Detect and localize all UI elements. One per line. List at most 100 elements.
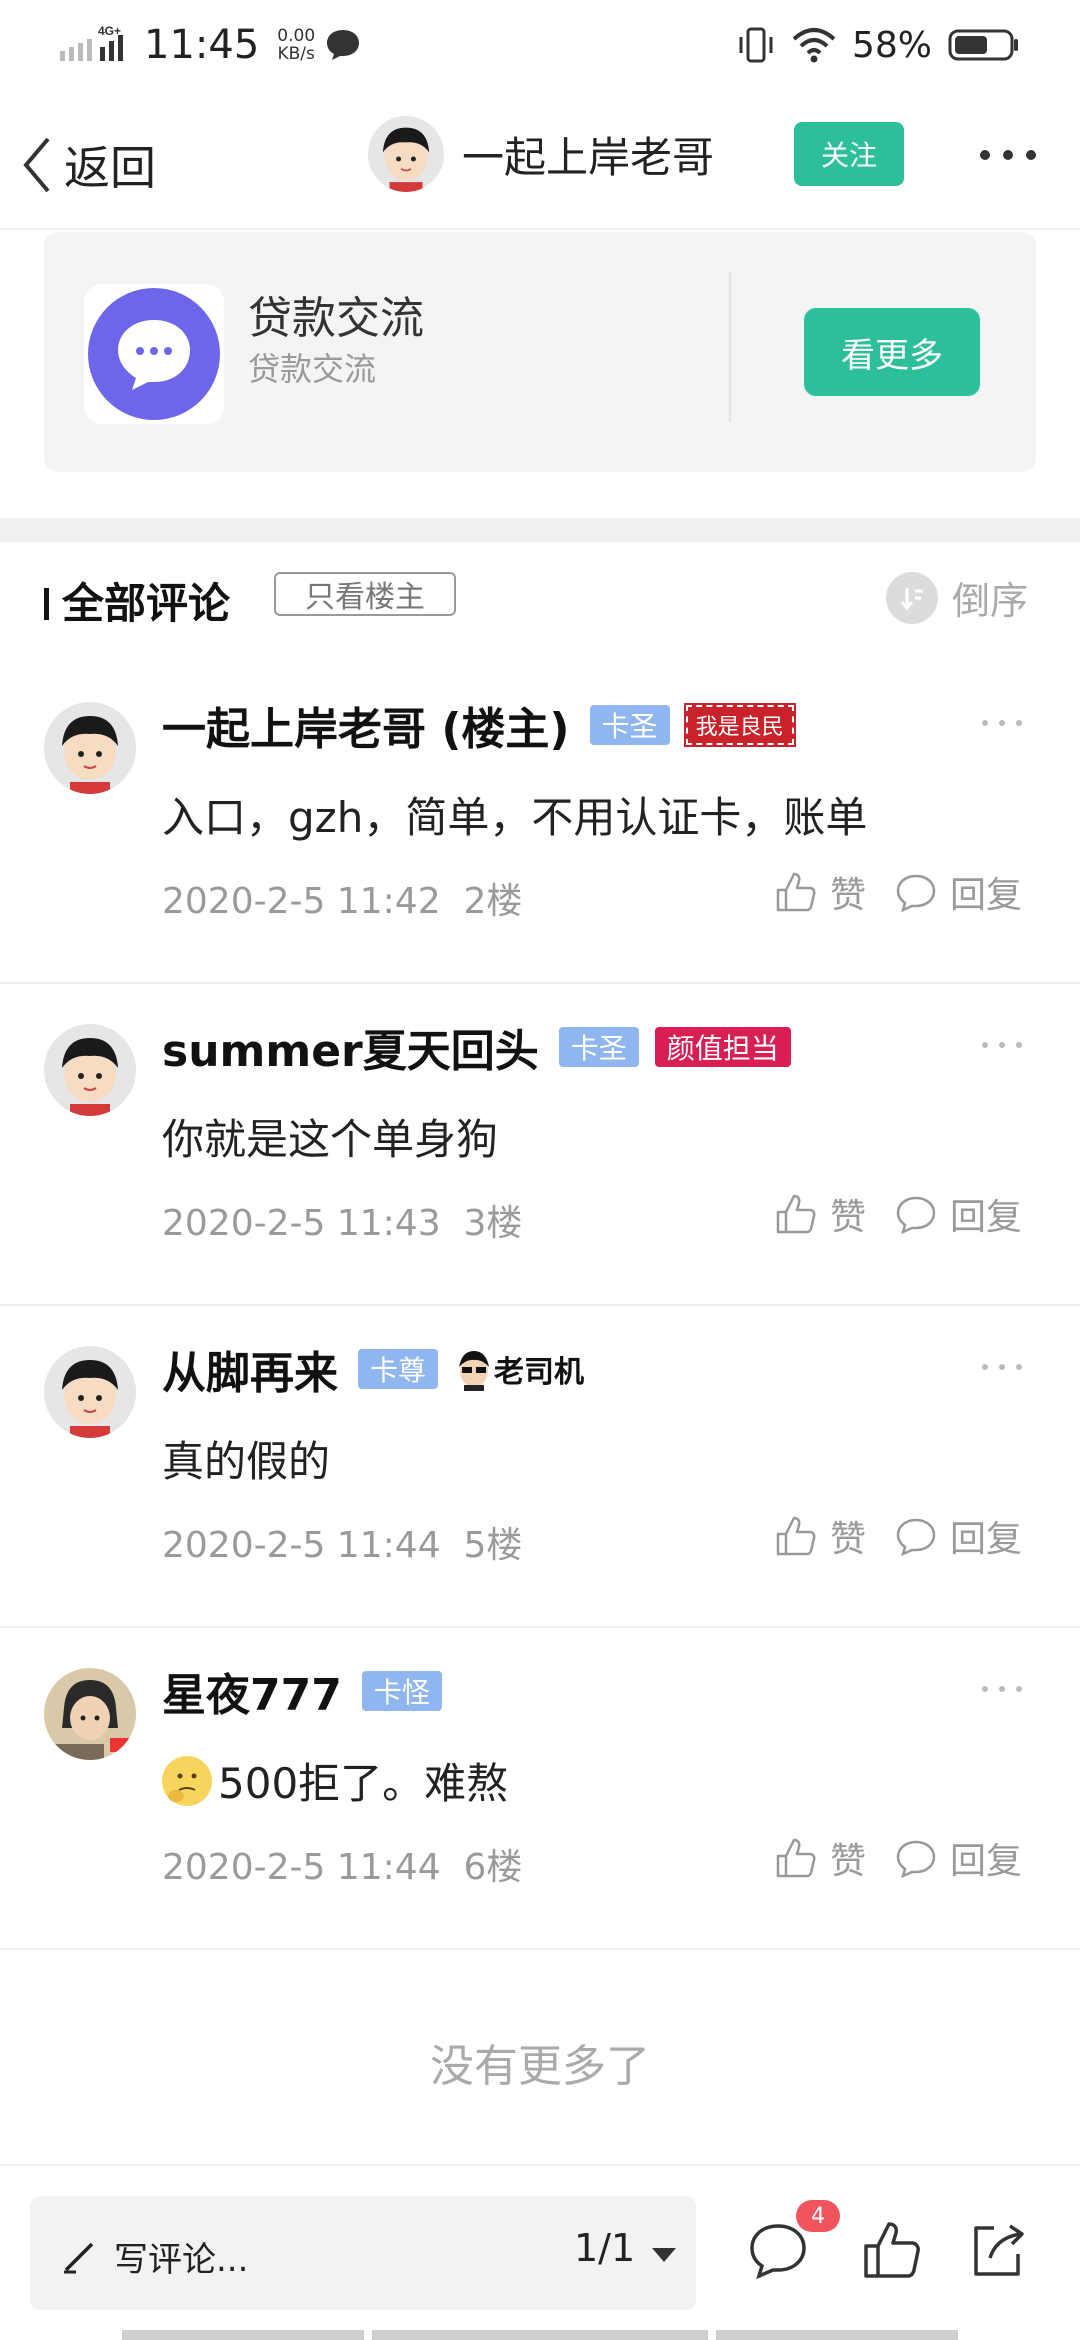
sort-label: 倒序 — [952, 579, 1029, 623]
avatar[interactable] — [44, 702, 136, 794]
reply-label: 回复 — [950, 1197, 1023, 1238]
comment-count-badge: 4 — [796, 2200, 840, 2232]
no-more-text: 没有更多了 — [430, 2041, 650, 2092]
group-icon — [84, 284, 224, 424]
comment-more-icon[interactable] — [982, 1042, 1022, 1048]
like-button[interactable]: 赞 — [774, 1832, 866, 1884]
bottom-bar: 写评论... 1/1 4 — [0, 2164, 1080, 2340]
thumb-up-icon — [776, 1838, 816, 1878]
avatar[interactable] — [44, 1346, 136, 1438]
comment-author[interactable]: summer夏天回头 — [162, 1015, 539, 1079]
wifi-icon — [792, 28, 836, 63]
avatar[interactable] — [44, 1024, 136, 1116]
battery-icon — [948, 29, 1018, 61]
title-badge: 颜值担当 — [654, 1027, 791, 1067]
level-badge: 卡圣 — [558, 1027, 639, 1067]
comment-time: 2020-2-5 11:44 — [162, 1847, 441, 1888]
more-icon[interactable] — [980, 140, 1036, 170]
write-comment-input[interactable]: 写评论... 1/1 — [30, 2196, 696, 2310]
comment-icon — [896, 1840, 936, 1879]
comment-time: 2020-2-5 11:44 — [162, 1525, 441, 1566]
reply-label: 回复 — [950, 1841, 1023, 1882]
comment-floor: 3楼 — [463, 1203, 523, 1244]
comment-item: summer夏天回头 卡圣 颜值担当 你就是这个单身狗 2020-2-5 11:… — [0, 984, 1080, 1306]
back-chevron-icon — [23, 137, 50, 193]
thumb-up-icon[interactable] — [860, 2218, 924, 2282]
like-button[interactable]: 赞 — [774, 1510, 866, 1562]
level-badge: 卡尊 — [358, 1349, 439, 1389]
author-info[interactable]: 一起上岸老哥 — [368, 116, 714, 192]
comment-text: 500拒了。难熬 — [162, 1750, 508, 1811]
comment-icon — [896, 1518, 936, 1557]
reply-label: 回复 — [950, 1519, 1023, 1560]
level-badge: 卡圣 — [589, 705, 670, 745]
sort-toggle[interactable]: 倒序 — [886, 570, 1028, 625]
see-more-button[interactable]: 看更多 — [804, 308, 980, 396]
chevron-down-icon[interactable] — [652, 2248, 676, 2262]
share-icon[interactable] — [966, 2218, 1030, 2282]
signal-icon: 4G+ — [60, 25, 123, 61]
comment-floor: 6楼 — [463, 1847, 523, 1888]
reply-button[interactable]: 回复 — [894, 1832, 1022, 1884]
reply-button[interactable]: 回复 — [894, 1188, 1022, 1240]
comment-meta: 2020-2-5 11:43 3楼 — [162, 1194, 522, 1246]
comment-item: 从脚再来 卡尊 老司机 真的假的 2020-2-5 11:44 5楼 赞 回复 — [0, 1306, 1080, 1628]
comment-text-body: 500拒了。难熬 — [218, 1759, 509, 1808]
status-time: 11:45 — [144, 22, 260, 68]
battery-percent: 58% — [851, 24, 932, 66]
comment-time: 2020-2-5 11:42 — [162, 881, 441, 922]
thumb-up-icon — [776, 872, 816, 912]
thinking-face-icon — [162, 1755, 212, 1806]
section-separator — [0, 518, 1080, 542]
group-subtitle: 贷款交流 — [248, 350, 377, 388]
comment-floor: 2楼 — [463, 881, 523, 922]
group-card[interactable]: 贷款交流 贷款交流 看更多 — [44, 232, 1036, 472]
like-button[interactable]: 赞 — [774, 866, 866, 918]
vibrate-icon — [739, 27, 773, 63]
page-indicator[interactable]: 1/1 — [574, 2226, 635, 2270]
comment-meta: 2020-2-5 11:44 6楼 — [162, 1838, 522, 1890]
comment-icon — [896, 1196, 936, 1235]
home-indicator — [122, 2330, 364, 2340]
back-button[interactable]: 返回 — [22, 122, 156, 208]
comment-author[interactable]: 从脚再来 — [162, 1337, 338, 1401]
reply-button[interactable]: 回复 — [894, 866, 1022, 918]
avatar[interactable] — [44, 1668, 136, 1760]
status-bar: 4G+ 11:45 0.00 KB/s 58% — [0, 0, 1080, 90]
like-button[interactable]: 赞 — [774, 1188, 866, 1240]
divider — [729, 272, 731, 422]
like-label: 赞 — [830, 1197, 867, 1238]
reply-button[interactable]: 回复 — [894, 1510, 1022, 1562]
like-label: 赞 — [830, 875, 867, 916]
chat-group-icon — [118, 320, 190, 390]
title-badge: 我是良民 — [683, 703, 796, 747]
sort-icon — [886, 571, 938, 624]
only-op-toggle[interactable]: 只看楼主 — [274, 572, 456, 616]
comments-header: 全部评论 只看楼主 倒序 — [0, 560, 1080, 670]
pencil-icon — [64, 2242, 94, 2274]
level-badge: 卡怪 — [361, 1671, 442, 1711]
comment-author[interactable]: 星夜777 — [162, 1659, 342, 1723]
title-badge: 老司机 — [454, 1344, 584, 1394]
author-name: 一起上岸老哥 — [462, 132, 715, 182]
comment-more-icon[interactable] — [982, 1364, 1022, 1370]
comment-text: 你就是这个单身狗 — [162, 1115, 499, 1164]
sunglasses-avatar-icon — [459, 1351, 490, 1391]
top-nav: 返回 一起上岸老哥 关注 — [0, 100, 1080, 230]
network-type: 4G+ — [98, 25, 121, 38]
like-label: 赞 — [830, 1841, 867, 1882]
comment-item: 一起上岸老哥 (楼主) 卡圣 我是良民 入口，gzh，简单，不用认证卡，账单 2… — [0, 662, 1080, 984]
comment-more-icon[interactable] — [982, 720, 1022, 726]
comment-author[interactable]: 一起上岸老哥 (楼主) — [162, 693, 570, 757]
comment-item: 星夜777 卡怪 500拒了。难熬 2020-2-5 11:44 6楼 赞 回复 — [0, 1628, 1080, 1950]
thumb-up-icon — [776, 1194, 816, 1234]
comment-text: 入口，gzh，简单，不用认证卡，账单 — [162, 793, 868, 842]
comment-floor: 5楼 — [463, 1525, 523, 1566]
comment-meta: 2020-2-5 11:42 2楼 — [162, 872, 522, 924]
follow-button[interactable]: 关注 — [794, 122, 904, 186]
comment-more-icon[interactable] — [982, 1686, 1022, 1692]
write-comment-placeholder: 写评论... — [114, 2240, 249, 2280]
home-indicator — [372, 2330, 708, 2340]
section-marker — [44, 588, 49, 620]
like-label: 赞 — [830, 1519, 867, 1560]
